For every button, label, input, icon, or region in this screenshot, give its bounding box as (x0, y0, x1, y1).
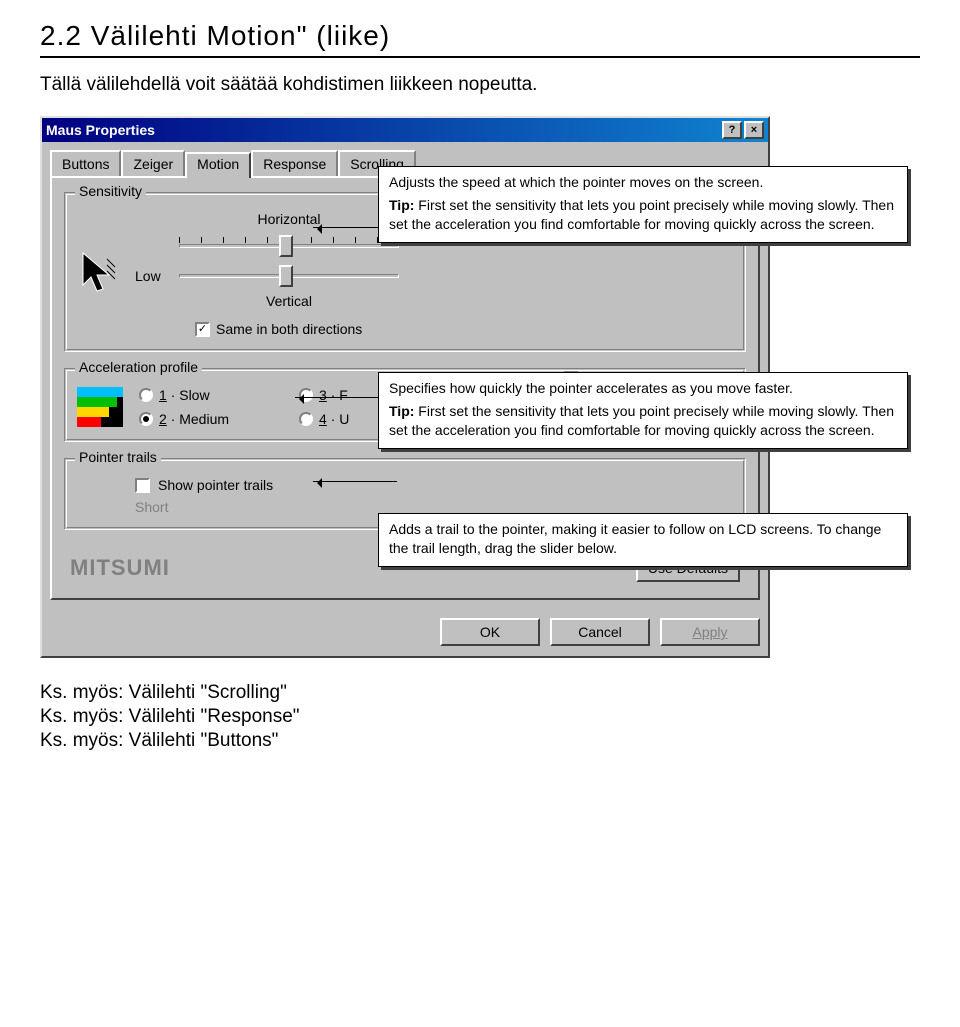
show-trails-checkbox[interactable] (135, 478, 150, 493)
same-both-checkbox[interactable]: ✓ (195, 322, 210, 337)
acceleration-icon (77, 387, 123, 427)
close-button[interactable]: × (744, 121, 764, 139)
tooltip-sens-text1: Adjusts the speed at which the pointer m… (389, 173, 897, 192)
vertical-slider[interactable] (179, 263, 399, 289)
dialog-buttons: OK Cancel Apply (42, 608, 768, 656)
tooltip-accel-tip-label: Tip: (389, 403, 414, 419)
vertical-label: Vertical (179, 293, 399, 309)
window-title: Maus Properties (46, 122, 720, 138)
tooltip-acceleration: Specifies how quickly the pointer accele… (378, 372, 908, 449)
show-trails-label: Show pointer trails (158, 477, 273, 493)
tab-buttons[interactable]: Buttons (50, 150, 121, 176)
cancel-button[interactable]: Cancel (550, 618, 650, 646)
brand-logo: MITSUMI (70, 555, 170, 581)
radio-medium[interactable] (139, 412, 153, 426)
see-also-section: Ks. myös: Välilehti "Scrolling" Ks. myös… (40, 682, 920, 752)
help-button[interactable]: ? (722, 121, 742, 139)
see-also-response: Ks. myös: Välilehti "Response" (40, 706, 920, 728)
tooltip-trails: Adds a trail to the pointer, making it e… (378, 513, 908, 567)
tooltip-sens-tip-label: Tip: (389, 197, 414, 213)
tab-motion[interactable]: Motion (185, 152, 251, 178)
ok-button[interactable]: OK (440, 618, 540, 646)
sensitivity-group-title: Sensitivity (75, 183, 146, 199)
radio-slow-label: 1 · Slow (159, 387, 210, 403)
low-label: Low (135, 268, 179, 284)
tooltip-sens-tip-text: First set the sensitivity that lets you … (389, 197, 894, 232)
tooltip-leader-3 (313, 481, 397, 482)
pointer-trails-group-title: Pointer trails (75, 449, 161, 465)
radio-3-label: 3 · F (319, 387, 348, 403)
tab-zeiger[interactable]: Zeiger (121, 150, 185, 176)
apply-button[interactable]: Apply (660, 618, 760, 646)
tab-response[interactable]: Response (251, 150, 338, 176)
horizontal-slider[interactable] (179, 233, 399, 259)
titlebar[interactable]: Maus Properties ? × (42, 118, 768, 142)
see-also-buttons: Ks. myös: Välilehti "Buttons" (40, 730, 920, 752)
tooltip-sensitivity: Adjusts the speed at which the pointer m… (378, 166, 908, 243)
same-both-label: Same in both directions (216, 321, 362, 337)
tooltip-accel-tip-text: First set the sensitivity that lets you … (389, 403, 894, 438)
cursor-icon (77, 249, 117, 299)
properties-dialog: Maus Properties ? × Buttons Zeiger Motio… (40, 116, 770, 658)
see-also-scrolling: Ks. myös: Välilehti "Scrolling" (40, 682, 920, 704)
radio-4[interactable] (299, 412, 313, 426)
radio-slow[interactable] (139, 388, 153, 402)
section-description: Tällä välilehdellä voit säätää kohdistim… (40, 74, 920, 96)
radio-medium-label: 2 · Medium (159, 411, 229, 427)
horizontal-label: Horizontal (179, 211, 399, 227)
acceleration-group-title: Acceleration profile (75, 359, 202, 375)
tooltip-trails-text: Adds a trail to the pointer, making it e… (389, 521, 881, 556)
section-heading: 2.2 Välilehti Motion" (liike) (40, 20, 920, 52)
radio-4-label: 4 · U (319, 411, 349, 427)
heading-rule (40, 56, 920, 58)
tooltip-accel-text1: Specifies how quickly the pointer accele… (389, 379, 897, 398)
